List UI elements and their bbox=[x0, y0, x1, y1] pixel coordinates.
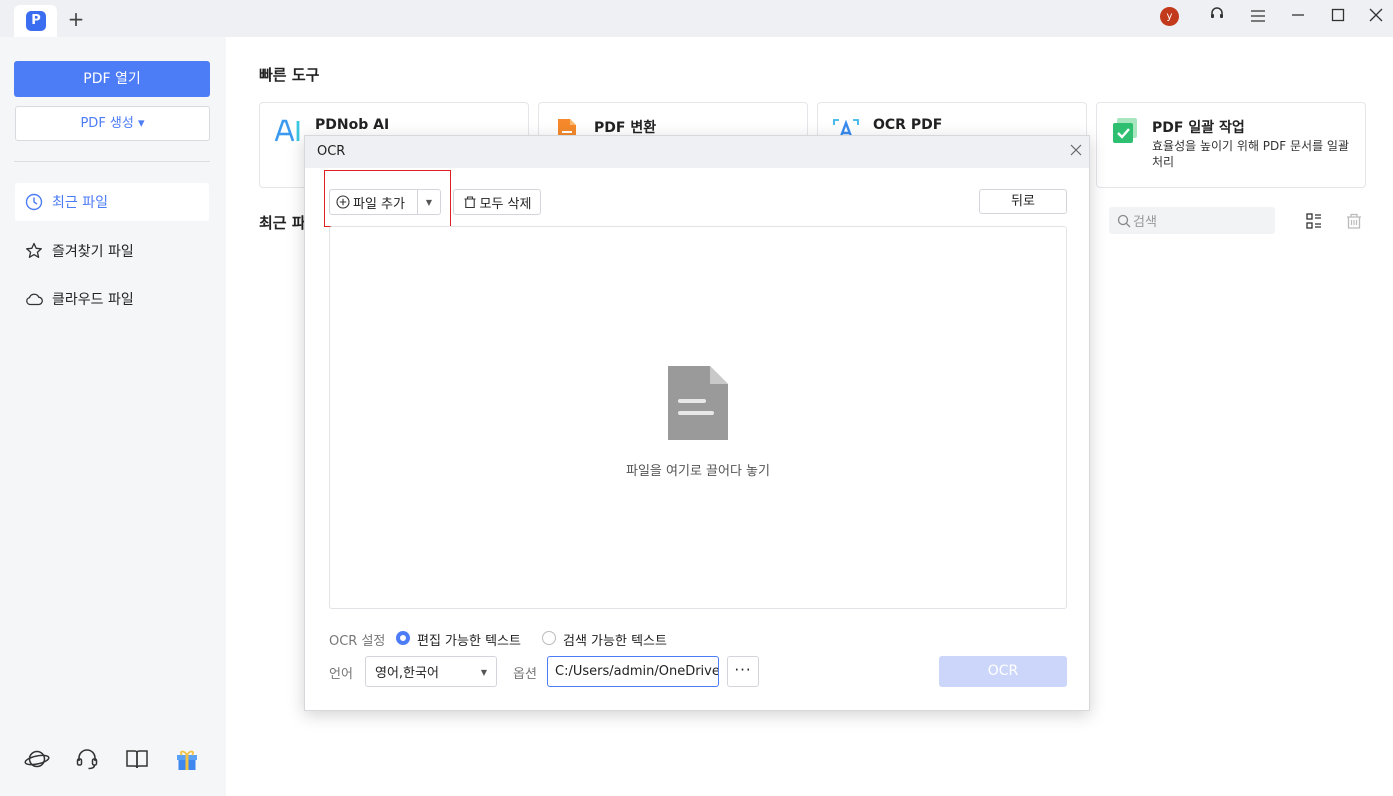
language-value: 영어,한국어 bbox=[375, 666, 439, 681]
batch-check-icon bbox=[1111, 117, 1139, 145]
tool-desc: 효율성을 높이기 위해 PDF 문서를 일괄 처리 bbox=[1152, 139, 1350, 169]
sidebar: PDF 열기 PDF 생성 ▾ 최근 파일 즐겨찾기 파일 클라우드 파일 bbox=[0, 37, 226, 796]
create-pdf-button[interactable]: PDF 생성 ▾ bbox=[15, 106, 210, 141]
add-file-dropdown[interactable]: ▼ bbox=[418, 198, 440, 207]
search-icon bbox=[1117, 214, 1131, 227]
close-icon[interactable] bbox=[1067, 142, 1085, 160]
tool-card-batch[interactable]: PDF 일괄 작업 효율성을 높이기 위해 PDF 문서를 일괄 처리 bbox=[1096, 102, 1366, 188]
open-pdf-button[interactable]: PDF 열기 bbox=[14, 61, 210, 97]
search-placeholder: 검색 bbox=[1133, 215, 1157, 230]
drop-hint-text: 파일을 여기로 끌어다 놓기 bbox=[626, 464, 770, 479]
sidebar-divider bbox=[14, 161, 210, 162]
list-view-icon[interactable] bbox=[1305, 212, 1323, 230]
radio-searchable-label[interactable]: 검색 가능한 텍스트 bbox=[563, 630, 667, 649]
close-window-icon[interactable] bbox=[1366, 6, 1386, 28]
add-file-label: 파일 추가 bbox=[353, 196, 405, 212]
user-avatar[interactable]: y bbox=[1160, 7, 1179, 26]
delete-all-button[interactable]: 모두 삭제 bbox=[453, 189, 541, 215]
ocr-run-button[interactable]: OCR bbox=[939, 656, 1067, 687]
new-tab-button[interactable]: + bbox=[66, 7, 86, 31]
sidebar-item-label: 최근 파일 bbox=[52, 195, 108, 211]
home-tab[interactable]: P bbox=[14, 5, 57, 37]
language-label: 언어 bbox=[329, 667, 353, 682]
browse-more-button[interactable]: ··· bbox=[727, 656, 759, 687]
file-drop-zone[interactable]: 파일을 여기로 끌어다 놓기 bbox=[329, 226, 1067, 609]
dialog-header: OCR bbox=[305, 136, 1089, 168]
customer-service-icon[interactable] bbox=[73, 745, 101, 773]
maximize-icon[interactable] bbox=[1328, 6, 1348, 28]
minimize-icon[interactable] bbox=[1288, 6, 1308, 28]
title-bar: P + y bbox=[0, 0, 1393, 37]
empty-file-icon bbox=[668, 366, 728, 440]
recent-files-title: 최근 파 bbox=[259, 214, 306, 232]
clock-icon bbox=[25, 193, 43, 211]
sidebar-item-favorites[interactable]: 즐겨찾기 파일 bbox=[15, 232, 209, 270]
delete-all-label: 모두 삭제 bbox=[479, 196, 532, 212]
search-box[interactable]: 검색 bbox=[1109, 207, 1275, 234]
planet-icon[interactable] bbox=[23, 745, 51, 773]
sidebar-item-label: 즐겨찾기 파일 bbox=[52, 244, 134, 260]
radio-editable-text[interactable] bbox=[396, 631, 410, 645]
radio-searchable-text[interactable] bbox=[542, 631, 556, 645]
tool-name: PDF 일괄 작업 bbox=[1152, 120, 1245, 136]
add-file-main[interactable]: 파일 추가 bbox=[330, 190, 418, 214]
tool-name: OCR PDF bbox=[873, 117, 943, 133]
menu-icon[interactable] bbox=[1248, 6, 1268, 28]
tool-name: PDF 변환 bbox=[594, 120, 657, 136]
tool-name: PDNob AI bbox=[315, 117, 390, 133]
star-icon bbox=[25, 242, 43, 260]
ai-icon bbox=[274, 117, 302, 145]
back-button[interactable]: 뒤로 bbox=[979, 189, 1067, 214]
radio-editable-label[interactable]: 편집 가능한 텍스트 bbox=[417, 630, 521, 649]
quick-tools-title: 빠른 도구 bbox=[259, 66, 320, 84]
sidebar-item-cloud[interactable]: 클라우드 파일 bbox=[15, 280, 209, 318]
ocr-setting-label: OCR 설정 bbox=[329, 634, 386, 649]
chevron-down-icon: ▼ bbox=[480, 668, 487, 677]
sidebar-item-recent[interactable]: 최근 파일 bbox=[15, 183, 209, 221]
add-file-button[interactable]: 파일 추가 ▼ bbox=[329, 189, 441, 215]
gift-icon[interactable] bbox=[173, 745, 201, 773]
plus-circle-icon bbox=[336, 195, 350, 209]
support-headset-icon[interactable] bbox=[1207, 6, 1227, 28]
language-select[interactable]: 영어,한국어 ▼ bbox=[365, 656, 497, 687]
cloud-icon bbox=[25, 290, 43, 308]
trash-icon[interactable] bbox=[1345, 212, 1363, 230]
sidebar-item-label: 클라우드 파일 bbox=[52, 292, 134, 308]
dialog-title: OCR bbox=[317, 144, 346, 159]
option-label: 옵션 bbox=[513, 667, 537, 682]
trash-icon bbox=[464, 196, 475, 209]
app-logo-icon: P bbox=[26, 11, 46, 31]
output-path-input[interactable] bbox=[547, 656, 719, 687]
book-icon[interactable] bbox=[123, 745, 151, 773]
ocr-dialog: OCR 파일 추가 ▼ 모두 삭제 뒤로 파일을 여기로 끌어다 놓기 OCR … bbox=[304, 135, 1090, 711]
